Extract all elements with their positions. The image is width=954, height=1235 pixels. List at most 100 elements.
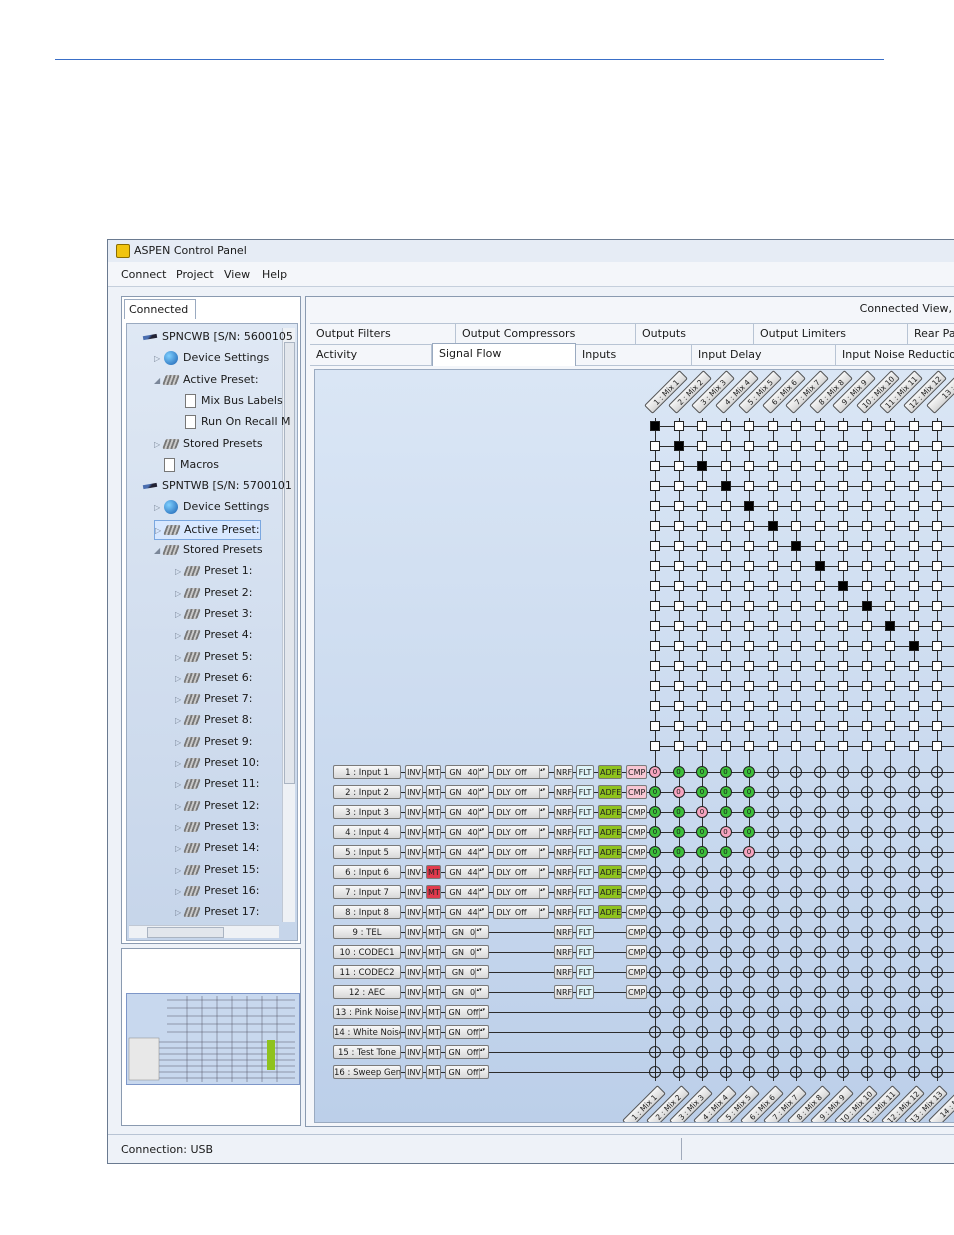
crosspoint-node[interactable] bbox=[650, 701, 660, 711]
mute-button[interactable]: MT bbox=[426, 785, 441, 799]
crosspoint-circle[interactable]: 0 bbox=[743, 786, 755, 798]
crosspoint-circle[interactable] bbox=[884, 1006, 896, 1018]
crosspoint-circle[interactable] bbox=[884, 906, 896, 918]
tree-item[interactable]: ◢ Active Preset: bbox=[154, 371, 259, 389]
crosspoint-node[interactable] bbox=[932, 421, 942, 431]
compressor-button[interactable]: CMP bbox=[626, 785, 647, 799]
tree-item[interactable]: ▷ Preset 4: bbox=[175, 626, 253, 644]
crosspoint-circle[interactable] bbox=[743, 886, 755, 898]
crosspoint-node[interactable] bbox=[650, 421, 660, 431]
crosspoint-node[interactable] bbox=[767, 501, 778, 511]
mute-button[interactable]: MT bbox=[426, 985, 441, 999]
crosspoint-node[interactable] bbox=[720, 601, 731, 611]
gain-control[interactable]: GN 0▴▾ bbox=[445, 985, 489, 999]
crosspoint-node[interactable] bbox=[744, 741, 754, 751]
tab-input-noise-reduction[interactable]: Input Noise Reduction bbox=[836, 345, 954, 365]
crosspoint-circle[interactable]: 0 bbox=[672, 766, 685, 778]
crosspoint-node[interactable] bbox=[838, 641, 848, 651]
gain-control[interactable]: GN 44▴▾ bbox=[445, 865, 489, 879]
crosspoint-circle[interactable]: 0 bbox=[649, 766, 661, 778]
crosspoint-circle[interactable] bbox=[766, 906, 779, 918]
crosspoint-circle[interactable] bbox=[743, 946, 755, 958]
compressor-button[interactable]: CMP bbox=[626, 825, 647, 839]
tree-item[interactable]: SPNCWB [S/N: 5600105 bbox=[133, 328, 293, 346]
scroll-thumb[interactable] bbox=[147, 927, 224, 938]
crosspoint-node[interactable] bbox=[814, 701, 825, 711]
delay-control[interactable]: DLY Off ▴▾ bbox=[493, 845, 549, 859]
crosspoint-node[interactable] bbox=[720, 501, 731, 511]
crosspoint-circle[interactable] bbox=[719, 906, 732, 918]
crosspoint-circle[interactable] bbox=[649, 946, 661, 958]
crosspoint-circle[interactable] bbox=[696, 926, 708, 938]
crosspoint-circle[interactable] bbox=[696, 1026, 708, 1038]
crosspoint-circle[interactable] bbox=[837, 1066, 849, 1078]
crosspoint-circle[interactable] bbox=[907, 966, 920, 978]
crosspoint-circle[interactable] bbox=[790, 966, 802, 978]
crosspoint-node[interactable] bbox=[814, 601, 825, 611]
mute-button[interactable]: MT bbox=[426, 1065, 441, 1079]
crosspoint-circle[interactable] bbox=[743, 986, 755, 998]
crosspoint-circle[interactable] bbox=[649, 1026, 661, 1038]
crosspoint-circle[interactable] bbox=[837, 1026, 849, 1038]
crosspoint-node[interactable] bbox=[697, 621, 707, 631]
adfe-button[interactable]: ADFE bbox=[598, 865, 622, 879]
input-name-button[interactable]: 14 : White Noise bbox=[333, 1025, 401, 1039]
crosspoint-node[interactable] bbox=[932, 481, 942, 491]
spinner-icon[interactable]: ▴▾ bbox=[477, 867, 485, 878]
crosspoint-circle[interactable] bbox=[790, 866, 802, 878]
crosspoint-circle[interactable] bbox=[649, 906, 661, 918]
crosspoint-node[interactable] bbox=[838, 661, 848, 671]
input-name-button[interactable]: 3 : Input 3 bbox=[333, 805, 401, 819]
spinner-icon[interactable]: ▴▾ bbox=[478, 1047, 486, 1058]
crosspoint-node[interactable] bbox=[791, 561, 801, 571]
crosspoint-circle[interactable] bbox=[860, 866, 873, 878]
crosspoint-node[interactable] bbox=[861, 561, 872, 571]
crosspoint-circle[interactable] bbox=[719, 886, 732, 898]
crosspoint-circle[interactable] bbox=[837, 906, 849, 918]
adfe-button[interactable]: ADFE bbox=[598, 765, 622, 779]
invert-button[interactable]: INV bbox=[405, 1025, 423, 1039]
input-name-button[interactable]: 7 : Input 7 bbox=[333, 885, 401, 899]
mute-button[interactable]: MT bbox=[426, 905, 441, 919]
crosspoint-node[interactable] bbox=[791, 501, 801, 511]
input-name-button[interactable]: 2 : Input 2 bbox=[333, 785, 401, 799]
crosspoint-node[interactable] bbox=[791, 541, 801, 551]
tree-item[interactable]: ▷ Stored Presets bbox=[154, 435, 263, 453]
crosspoint-circle[interactable] bbox=[837, 966, 849, 978]
filter-button[interactable]: FLT bbox=[576, 945, 594, 959]
tree-item[interactable]: ▷ Preset 5: bbox=[175, 648, 253, 666]
crosspoint-circle[interactable] bbox=[766, 926, 779, 938]
crosspoint-circle[interactable] bbox=[766, 966, 779, 978]
tree-item[interactable]: ▷ Preset 15: bbox=[175, 861, 260, 879]
crosspoint-node[interactable] bbox=[744, 421, 754, 431]
tab-input-delay[interactable]: Input Delay bbox=[692, 345, 836, 365]
crosspoint-circle[interactable]: 0 bbox=[672, 806, 685, 818]
crosspoint-node[interactable] bbox=[861, 461, 872, 471]
crosspoint-node[interactable] bbox=[673, 481, 684, 491]
crosspoint-node[interactable] bbox=[861, 421, 872, 431]
crosspoint-node[interactable] bbox=[791, 581, 801, 591]
crosspoint-circle[interactable] bbox=[813, 1066, 826, 1078]
crosspoint-circle[interactable] bbox=[907, 846, 920, 858]
crosspoint-circle[interactable] bbox=[672, 1046, 685, 1058]
crosspoint-node[interactable] bbox=[861, 721, 872, 731]
crosspoint-node[interactable] bbox=[814, 581, 825, 591]
crosspoint-node[interactable] bbox=[791, 421, 801, 431]
crosspoint-node[interactable] bbox=[720, 721, 731, 731]
crosspoint-node[interactable] bbox=[908, 481, 919, 491]
noise-reduction-button[interactable]: NRF bbox=[554, 925, 573, 939]
crosspoint-circle[interactable] bbox=[790, 826, 802, 838]
crosspoint-circle[interactable] bbox=[719, 1006, 732, 1018]
crosspoint-node[interactable] bbox=[650, 641, 660, 651]
crosspoint-node[interactable] bbox=[791, 441, 801, 451]
crosspoint-circle[interactable]: 0 bbox=[719, 806, 732, 818]
crosspoint-circle[interactable] bbox=[790, 1046, 802, 1058]
input-name-button[interactable]: 15 : Test Tone bbox=[333, 1045, 401, 1059]
crosspoint-node[interactable] bbox=[885, 421, 895, 431]
tab-rear-panel[interactable]: Rear Pa bbox=[908, 324, 954, 344]
crosspoint-circle[interactable] bbox=[813, 906, 826, 918]
gain-control[interactable]: GN Off▴▾ bbox=[445, 1025, 489, 1039]
menu-connect[interactable]: Connect bbox=[121, 268, 166, 281]
crosspoint-node[interactable] bbox=[720, 461, 731, 471]
tree-item[interactable]: Mix Bus Labels bbox=[175, 392, 283, 410]
